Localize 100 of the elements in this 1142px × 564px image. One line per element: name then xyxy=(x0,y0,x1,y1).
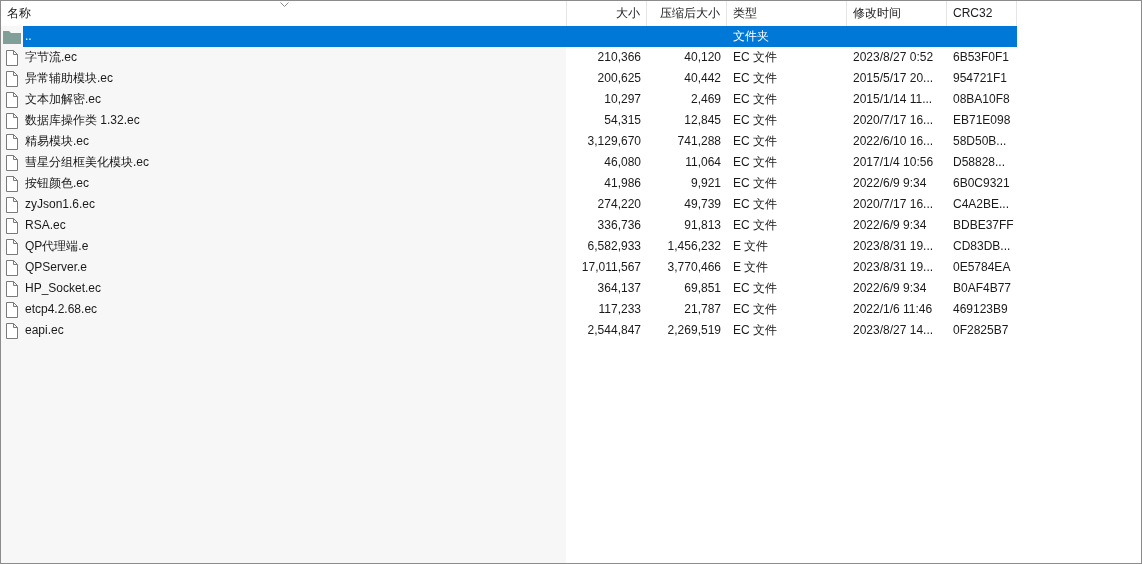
file-icon xyxy=(6,238,18,255)
file-icon xyxy=(6,322,18,339)
file-icon xyxy=(6,196,18,213)
table-cell-text: B0AF4B77 xyxy=(952,280,1013,297)
table-cell-text: 200,625 xyxy=(596,70,642,87)
table-row[interactable]: 彗星分组框美化模块.ec 46,080 11,064 EC 文件 2017/1/4 10:56 D58828... xyxy=(23,152,1017,173)
table-cell-text: C4A2BE... xyxy=(952,196,1011,213)
table-cell-text: 2,469 xyxy=(689,91,722,108)
file-name: HP_Socket.ec xyxy=(24,280,103,297)
table-cell-text: EC 文件 xyxy=(732,112,778,129)
file-name: RSA.ec xyxy=(24,217,67,234)
file-icon xyxy=(6,154,18,171)
file-icon xyxy=(6,91,18,108)
table-cell-text: 2,269,519 xyxy=(666,322,722,339)
table-row[interactable]: eapi.ec 2,544,847 2,269,519 EC 文件 2023/8/27 14... 0F2825B7 xyxy=(23,320,1017,341)
table-row[interactable]: .. 文件夹 xyxy=(23,26,1017,47)
table-cell-text: CD83DB... xyxy=(952,238,1012,255)
table-cell-text: 49,739 xyxy=(683,196,722,213)
table-cell-text: EC 文件 xyxy=(732,196,778,213)
file-name: .. xyxy=(24,28,33,45)
table-row[interactable]: HP_Socket.ec 364,137 69,851 EC 文件 2022/6/9 9:34 B0AF4B77 xyxy=(23,278,1017,299)
table-cell-text: 3,770,466 xyxy=(666,259,722,276)
table-cell-text: 2023/8/31 19... xyxy=(852,259,935,276)
table-cell-text: EC 文件 xyxy=(732,91,778,108)
table-cell-text: 54,315 xyxy=(603,112,642,129)
table-cell-text: 2015/5/17 20... xyxy=(852,70,935,87)
table-cell-text: EC 文件 xyxy=(732,175,778,192)
file-name: 按钮颜色.ec xyxy=(24,175,90,192)
file-icon xyxy=(6,70,18,87)
table-row[interactable]: 异常辅助模块.ec 200,625 40,442 EC 文件 2015/5/17 20... 954721F1 xyxy=(23,68,1017,89)
table-cell-text: EC 文件 xyxy=(732,301,778,318)
table-cell-text: 2,544,847 xyxy=(586,322,642,339)
table-cell-text: 21,787 xyxy=(683,301,722,318)
file-name: eapi.ec xyxy=(24,322,65,339)
file-name: QP代理端.e xyxy=(24,238,90,255)
table-cell-text: 2017/1/4 10:56 xyxy=(852,154,935,171)
table-cell-text: EC 文件 xyxy=(732,322,778,339)
table-cell-text: 2022/6/9 9:34 xyxy=(852,280,928,297)
table-cell-text: 2020/7/17 16... xyxy=(852,112,935,129)
table-cell-text: EC 文件 xyxy=(732,280,778,297)
file-name: 数据库操作类 1.32.ec xyxy=(24,112,141,129)
file-icon xyxy=(6,49,18,66)
file-name: 异常辅助模块.ec xyxy=(24,70,114,87)
table-cell-text: 1,456,232 xyxy=(666,238,722,255)
file-icon xyxy=(6,133,18,150)
table-row[interactable]: zyJson1.6.ec 274,220 49,739 EC 文件 2020/7/17 16... C4A2BE... xyxy=(23,194,1017,215)
table-cell-text: 2023/8/27 0:52 xyxy=(852,49,935,66)
table-cell-text: 69,851 xyxy=(683,280,722,297)
table-cell-text: 2020/7/17 16... xyxy=(852,196,935,213)
file-name: 精易模块.ec xyxy=(24,133,90,150)
table-cell-text: 08BA10F8 xyxy=(952,91,1011,108)
table-row[interactable]: 按钮颜色.ec 41,986 9,921 EC 文件 2022/6/9 9:34 6B0C9321 xyxy=(23,173,1017,194)
table-cell-text: 2015/1/14 11... xyxy=(852,91,934,108)
table-cell-text: 58D50B... xyxy=(952,133,1008,150)
table-cell-text: EC 文件 xyxy=(732,217,778,234)
table-cell-text: EC 文件 xyxy=(732,49,778,66)
table-cell-text: EB71E098 xyxy=(952,112,1012,129)
table-cell-text: 117,233 xyxy=(597,301,642,318)
table-cell-text: 0E5784EA xyxy=(952,259,1012,276)
table-row[interactable]: RSA.ec 336,736 91,813 EC 文件 2022/6/9 9:34 BDBE37FF xyxy=(23,215,1017,236)
table-cell-text: 210,366 xyxy=(596,49,642,66)
table-cell-text: 6,582,933 xyxy=(586,238,642,255)
table-cell-text: 2022/6/10 16... xyxy=(852,133,935,150)
table-row[interactable]: 字节流.ec 210,366 40,120 EC 文件 2023/8/27 0:52 6B53F0F1 xyxy=(23,47,1017,68)
table-row[interactable]: etcp4.2.68.ec 117,233 21,787 EC 文件 2022/1/6 11:46 469123B9 xyxy=(23,299,1017,320)
table-cell-text: 954721F1 xyxy=(952,70,1009,87)
file-name: 字节流.ec xyxy=(24,49,78,66)
table-row[interactable]: 精易模块.ec 3,129,670 741,288 EC 文件 2022/6/10 16... 58D50B... xyxy=(23,131,1017,152)
table-cell-text: 40,442 xyxy=(683,70,722,87)
table-cell-text: 46,080 xyxy=(603,154,642,171)
table-cell-text: 0F2825B7 xyxy=(952,322,1010,339)
folder-icon xyxy=(3,29,21,44)
table-cell-text: D58828... xyxy=(952,154,1007,171)
file-icon xyxy=(6,259,18,276)
table-cell-text: 469123B9 xyxy=(952,301,1009,318)
table-cell-text: BDBE37FF xyxy=(952,217,1015,234)
table-row[interactable]: QP代理端.e 6,582,933 1,456,232 E 文件 2023/8/31 19... CD83DB... xyxy=(23,236,1017,257)
table-cell-text: 336,736 xyxy=(596,217,642,234)
table-cell-text: EC 文件 xyxy=(732,154,778,171)
file-name: 彗星分组框美化模块.ec xyxy=(24,154,150,171)
table-cell-text: 2023/8/31 19... xyxy=(852,238,935,255)
table-cell-text: 741,288 xyxy=(676,133,722,150)
file-icon xyxy=(6,112,18,129)
file-icon xyxy=(6,217,18,234)
table-cell-text: 2022/6/9 9:34 xyxy=(852,217,928,234)
table-row[interactable]: 数据库操作类 1.32.ec 54,315 12,845 EC 文件 2020/7/17 16... EB71E098 xyxy=(23,110,1017,131)
file-icon xyxy=(6,280,18,297)
table-cell-text: 40,120 xyxy=(683,49,722,66)
file-name: QPServer.e xyxy=(24,259,89,276)
table-cell-text: 3,129,670 xyxy=(586,133,642,150)
file-name: etcp4.2.68.ec xyxy=(24,301,99,318)
table-row[interactable]: 文本加解密.ec 10,297 2,469 EC 文件 2015/1/14 11... 08BA10F8 xyxy=(23,89,1017,110)
table-row[interactable]: QPServer.e 17,011,567 3,770,466 E 文件 2023/8/31 19... 0E5784EA xyxy=(23,257,1017,278)
table-cell-text: 364,137 xyxy=(596,280,642,297)
table-cell-text: 91,813 xyxy=(683,217,722,234)
table-cell-text: EC 文件 xyxy=(732,133,778,150)
table-cell-text: 11,064 xyxy=(684,154,722,171)
file-icon xyxy=(6,175,18,192)
table-cell-text: EC 文件 xyxy=(732,70,778,87)
table-cell-text: 9,921 xyxy=(689,175,722,192)
